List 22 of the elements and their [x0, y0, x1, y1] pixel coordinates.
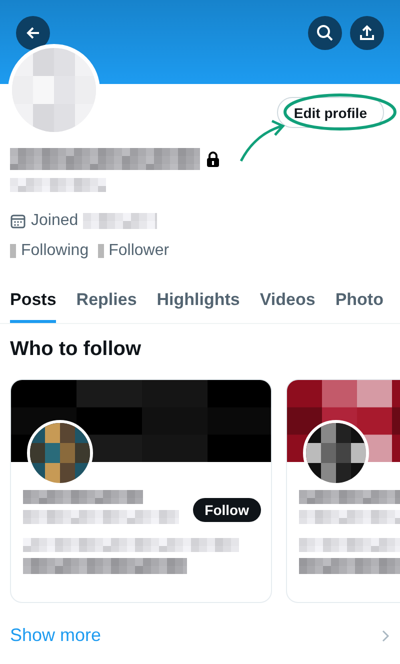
annotation-arrow [240, 120, 286, 162]
following-link[interactable]: Following [21, 242, 89, 260]
back-arrow-icon [25, 25, 41, 41]
lock-icon [206, 151, 220, 167]
share-button[interactable] [350, 16, 384, 50]
chevron-right-icon [382, 630, 390, 642]
profile-tab[interactable]: Photo [335, 278, 384, 323]
section-title: Who to follow [10, 338, 142, 361]
search-icon [316, 24, 334, 42]
profile-tab[interactable]: Highlights [156, 278, 240, 323]
calendar-icon [10, 213, 26, 229]
back-button[interactable] [16, 16, 50, 50]
joined-label: Joined [31, 212, 78, 230]
follower-link[interactable]: Follower [108, 242, 170, 260]
profile-tab[interactable]: Posts [10, 278, 56, 323]
profile-tab[interactable]: Replies [76, 278, 137, 323]
follow-button[interactable]: Follow [192, 498, 261, 522]
profile-tab[interactable]: Videos [260, 278, 316, 323]
blurred-count [98, 244, 104, 258]
blurred-count [10, 244, 16, 258]
search-button[interactable] [308, 16, 342, 50]
share-icon [359, 25, 375, 41]
